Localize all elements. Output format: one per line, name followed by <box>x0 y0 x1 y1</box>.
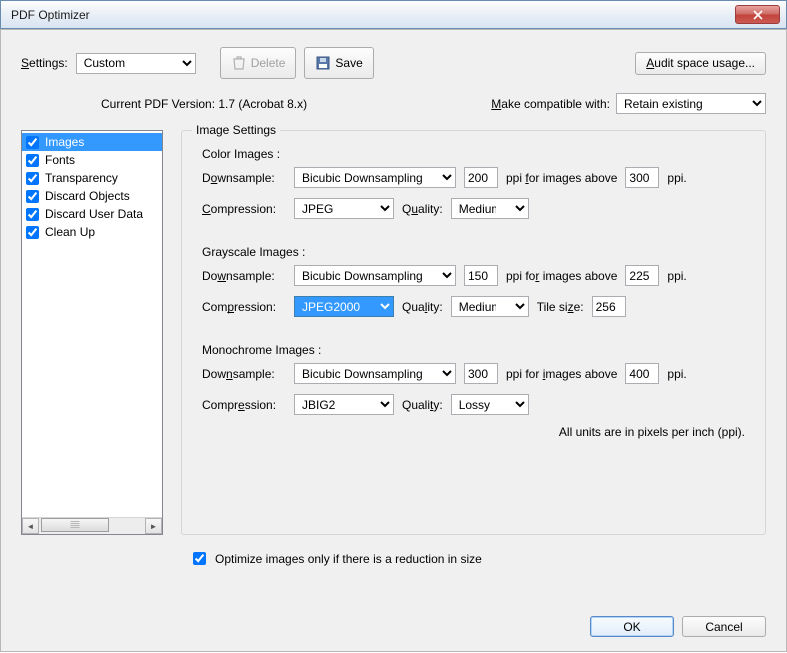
floppy-icon <box>315 55 331 71</box>
title-bar: PDF Optimizer <box>0 0 787 29</box>
color-images-title: Color Images : <box>202 147 745 161</box>
sidebar-item-discard-objects[interactable]: Discard Objects <box>22 187 162 205</box>
ppi-suffix: ppi. <box>667 269 686 283</box>
mono-downsample-label: Downsample: <box>202 367 286 381</box>
dialog-body: Settings: Custom Delete Save Audit space… <box>0 29 787 652</box>
sidebar-check-discard-user-data[interactable] <box>26 208 39 221</box>
color-compression-select[interactable]: JPEG <box>294 198 394 219</box>
color-ppi-input[interactable] <box>464 167 498 188</box>
mono-quality-label: Quality: <box>402 398 443 412</box>
mono-images-title: Monochrome Images : <box>202 343 745 357</box>
settings-label: Settings: <box>21 56 68 70</box>
window-title: PDF Optimizer <box>11 8 735 22</box>
sidebar-item-fonts[interactable]: Fonts <box>22 151 162 169</box>
color-above-label: ppi for images above <box>506 171 617 185</box>
mono-above-input[interactable] <box>625 363 659 384</box>
version-row: Current PDF Version: 1.7 (Acrobat 8.x) M… <box>21 93 766 114</box>
optimize-checkbox[interactable] <box>193 552 206 565</box>
color-quality-select[interactable]: Medium <box>451 198 529 219</box>
sidebar-label: Fonts <box>45 153 75 167</box>
gray-quality-select[interactable]: Medium <box>451 296 529 317</box>
compat-label: Make compatible with: <box>491 97 610 111</box>
mono-above-label: ppi for images above <box>506 367 617 381</box>
sidebar-label: Clean Up <box>45 225 95 239</box>
ppi-suffix: ppi. <box>667 171 686 185</box>
category-list: Images Fonts Transparency Discard Object… <box>22 131 162 517</box>
color-downsample-select[interactable]: Bicubic Downsampling to <box>294 167 456 188</box>
sidebar-item-clean-up[interactable]: Clean Up <box>22 223 162 241</box>
color-downsample-label: Downsample: <box>202 171 286 185</box>
sidebar-check-clean-up[interactable] <box>26 226 39 239</box>
cancel-button[interactable]: Cancel <box>682 616 766 637</box>
mono-compression-label: Compression: <box>202 398 286 412</box>
sidebar-item-images[interactable]: Images <box>22 133 162 151</box>
gray-ppi-input[interactable] <box>464 265 498 286</box>
close-button[interactable] <box>735 5 780 24</box>
sidebar-check-images[interactable] <box>26 136 39 149</box>
optimize-row: Optimize images only if there is a reduc… <box>189 549 766 568</box>
gray-images-title: Grayscale Images : <box>202 245 745 259</box>
scroll-right-arrow[interactable]: ► <box>145 518 162 534</box>
panel-legend: Image Settings <box>192 123 280 137</box>
ppi-suffix: ppi. <box>667 367 686 381</box>
color-quality-label: Quality: <box>402 202 443 216</box>
sidebar-item-discard-user-data[interactable]: Discard User Data <box>22 205 162 223</box>
sidebar-label: Transparency <box>45 171 118 185</box>
current-version-label: Current PDF Version: 1.7 (Acrobat 8.x) <box>101 97 307 111</box>
gray-tile-input[interactable] <box>592 296 626 317</box>
optimize-label: Optimize images only if there is a reduc… <box>215 552 482 566</box>
mono-ppi-input[interactable] <box>464 363 498 384</box>
mono-quality-select[interactable]: Lossy <box>451 394 529 415</box>
sidebar-check-fonts[interactable] <box>26 154 39 167</box>
dialog-footer: OK Cancel <box>590 616 766 637</box>
gray-downsample-label: Downsample: <box>202 269 286 283</box>
category-sidebar: Images Fonts Transparency Discard Object… <box>21 130 163 535</box>
gray-tile-label: Tile size: <box>537 300 584 314</box>
trash-icon <box>231 55 247 71</box>
audit-button[interactable]: Audit space usage... <box>635 52 766 75</box>
scroll-track[interactable] <box>39 518 145 534</box>
sidebar-check-discard-objects[interactable] <box>26 190 39 203</box>
gray-downsample-select[interactable]: Bicubic Downsampling to <box>294 265 456 286</box>
ppi-note: All units are in pixels per inch (ppi). <box>202 425 745 439</box>
color-above-input[interactable] <box>625 167 659 188</box>
settings-select[interactable]: Custom <box>76 53 196 74</box>
sidebar-label: Discard Objects <box>45 189 130 203</box>
scroll-left-arrow[interactable]: ◄ <box>22 518 39 534</box>
close-icon <box>753 10 763 20</box>
mono-downsample-select[interactable]: Bicubic Downsampling to <box>294 363 456 384</box>
compat-select[interactable]: Retain existing <box>616 93 766 114</box>
gray-quality-label: Quality: <box>402 300 443 314</box>
image-settings-panel: Image Settings Color Images : Downsample… <box>181 130 766 535</box>
gray-compression-label: Compression: <box>202 300 286 314</box>
gray-compression-select[interactable]: JPEG2000 <box>294 296 394 317</box>
sidebar-check-transparency[interactable] <box>26 172 39 185</box>
scroll-thumb[interactable] <box>41 518 109 532</box>
toolbar-row: Settings: Custom Delete Save Audit space… <box>21 47 766 79</box>
sidebar-item-transparency[interactable]: Transparency <box>22 169 162 187</box>
save-button[interactable]: Save <box>304 47 373 79</box>
gray-above-label: ppi for images above <box>506 269 617 283</box>
gray-above-input[interactable] <box>625 265 659 286</box>
sidebar-label: Images <box>45 135 84 149</box>
delete-button: Delete <box>220 47 297 79</box>
sidebar-label: Discard User Data <box>45 207 143 221</box>
color-compression-label: Compression: <box>202 202 286 216</box>
mono-compression-select[interactable]: JBIG2 <box>294 394 394 415</box>
ok-button[interactable]: OK <box>590 616 674 637</box>
sidebar-scrollbar[interactable]: ◄ ► <box>22 517 162 534</box>
